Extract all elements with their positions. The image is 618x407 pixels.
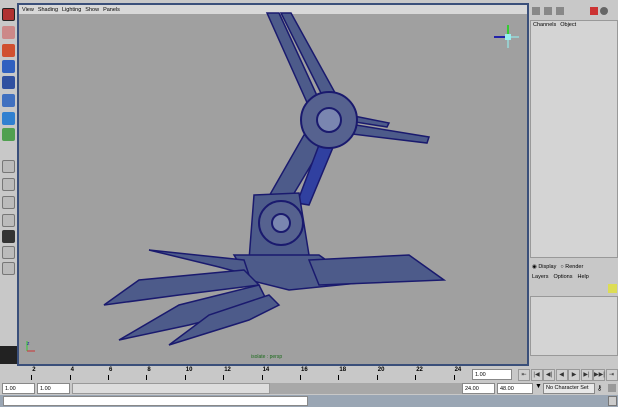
display-radio[interactable]: ◉ Display	[532, 264, 556, 270]
play-backwards-button[interactable]: ◀	[555, 369, 568, 381]
layer-mode: ◉ Display ○ Render	[532, 264, 583, 270]
timeline-tick	[184, 375, 186, 380]
start-time-field[interactable]	[2, 383, 35, 394]
timeline-tick-label: 22	[416, 367, 423, 373]
hypershade-layout-icon[interactable]	[2, 246, 15, 259]
timeline-tick	[108, 375, 109, 380]
layer-menu: Layers Options Help	[532, 274, 589, 280]
time-slider[interactable]: 2 4 6 8 10 12 14 16 18 20 22 24	[0, 367, 470, 381]
timeline-tick	[69, 375, 71, 380]
step-back-key-button[interactable]: |◀	[530, 369, 543, 381]
scale-tool-icon[interactable]	[2, 94, 15, 107]
render-label: Render	[565, 264, 584, 270]
preferences-icon[interactable]	[608, 384, 616, 392]
menu-options[interactable]: Options	[554, 274, 573, 280]
timeline-tick-label: 8	[147, 367, 151, 373]
timeline-tick-label: 2	[32, 367, 36, 373]
script-editor-icon[interactable]	[608, 396, 617, 406]
channels-tab[interactable]: Channels	[533, 22, 556, 28]
range-slider[interactable]	[72, 383, 270, 394]
axis-label: z	[27, 341, 30, 347]
perspective-viewport[interactable]: View Shading Lighting Show Panels z isol…	[17, 3, 529, 366]
select-tool-icon[interactable]	[2, 8, 15, 21]
manipulator-icon[interactable]	[2, 112, 15, 125]
paint-select-icon[interactable]	[2, 44, 15, 57]
robot-claw-model	[26, 12, 519, 352]
timeline-tick	[261, 375, 263, 380]
timeline-tick-label: 20	[377, 367, 385, 373]
step-forward-key-button[interactable]: ▶▶|	[593, 369, 605, 381]
step-back-frame-button[interactable]: ◀|	[543, 369, 555, 381]
display-label: Display	[538, 264, 557, 270]
character-set-dropdown-icon[interactable]: ▼	[535, 383, 542, 390]
toolbox	[0, 0, 17, 345]
timeline-tick-label: 10	[185, 367, 193, 373]
move-tool-icon[interactable]	[2, 60, 15, 73]
go-to-start-button[interactable]: ⇤	[518, 369, 530, 381]
attribute-icon[interactable]	[556, 7, 564, 15]
timeline-tick-label: 6	[109, 367, 113, 373]
graph-layout-icon[interactable]	[2, 230, 15, 243]
playback-end-field[interactable]	[462, 383, 495, 394]
new-layer-icon[interactable]	[608, 284, 617, 293]
view-cube-compass	[494, 25, 519, 48]
current-frame-field[interactable]	[472, 369, 512, 380]
timeline-tick	[146, 375, 148, 380]
auto-key-icon[interactable]: ⚷	[597, 384, 602, 392]
channel-toolbar	[532, 7, 616, 19]
timeline-tick	[223, 375, 225, 380]
timeline-tick	[453, 375, 455, 380]
right-panel: Channels Object ◉ Display ○ Render Layer…	[530, 0, 618, 366]
four-pane-layout-icon[interactable]	[2, 178, 15, 191]
last-tool-icon[interactable]	[2, 128, 15, 141]
timeline-tick-label: 4	[70, 367, 74, 373]
rotate-tool-icon[interactable]	[2, 76, 15, 89]
command-line-input[interactable]	[3, 396, 308, 406]
lasso-tool-icon[interactable]	[2, 26, 15, 39]
claw-finger-right	[307, 254, 447, 286]
camera-label: isolate : persp	[251, 354, 283, 360]
timeline-tick-label: 16	[301, 367, 308, 373]
playback-start-field[interactable]	[37, 383, 70, 394]
end-time-field[interactable]	[497, 383, 533, 394]
timeline-tick-label: 14	[262, 367, 270, 373]
ipr-icon[interactable]	[600, 7, 608, 15]
timeline-tick	[415, 375, 417, 380]
step-forward-frame-button[interactable]: ▶|	[580, 369, 593, 381]
timeline-tick	[376, 375, 378, 380]
layer-editor-icon[interactable]	[544, 7, 552, 15]
channel-box: Channels Object	[530, 20, 618, 258]
custom-layout-icon[interactable]	[2, 262, 15, 275]
menu-help[interactable]: Help	[577, 274, 588, 280]
maya-logo	[0, 346, 17, 364]
go-to-end-button[interactable]: ⇥	[605, 369, 618, 381]
two-pane-layout-icon[interactable]	[2, 196, 15, 209]
channel-box-icon[interactable]	[532, 7, 540, 15]
render-icon[interactable]	[590, 7, 598, 15]
timeline-tick	[338, 375, 340, 380]
timeline-tick-label: 18	[339, 367, 347, 373]
timeline-tick	[300, 375, 301, 380]
timeline-tick-label: 12	[224, 367, 231, 373]
timeline-tick-label: 24	[454, 367, 462, 373]
character-set-field[interactable]: No Character Set	[543, 383, 595, 394]
range-slider-track	[270, 383, 462, 394]
play-forwards-button[interactable]: ▶	[568, 369, 580, 381]
single-pane-layout-icon[interactable]	[2, 160, 15, 173]
render-radio[interactable]: ○ Render	[560, 264, 583, 270]
layer-list[interactable]	[530, 296, 618, 356]
object-tab[interactable]: Object	[560, 22, 576, 28]
timeline-tick	[31, 375, 33, 380]
menu-layers[interactable]: Layers	[532, 274, 549, 280]
outliner-layout-icon[interactable]	[2, 214, 15, 227]
